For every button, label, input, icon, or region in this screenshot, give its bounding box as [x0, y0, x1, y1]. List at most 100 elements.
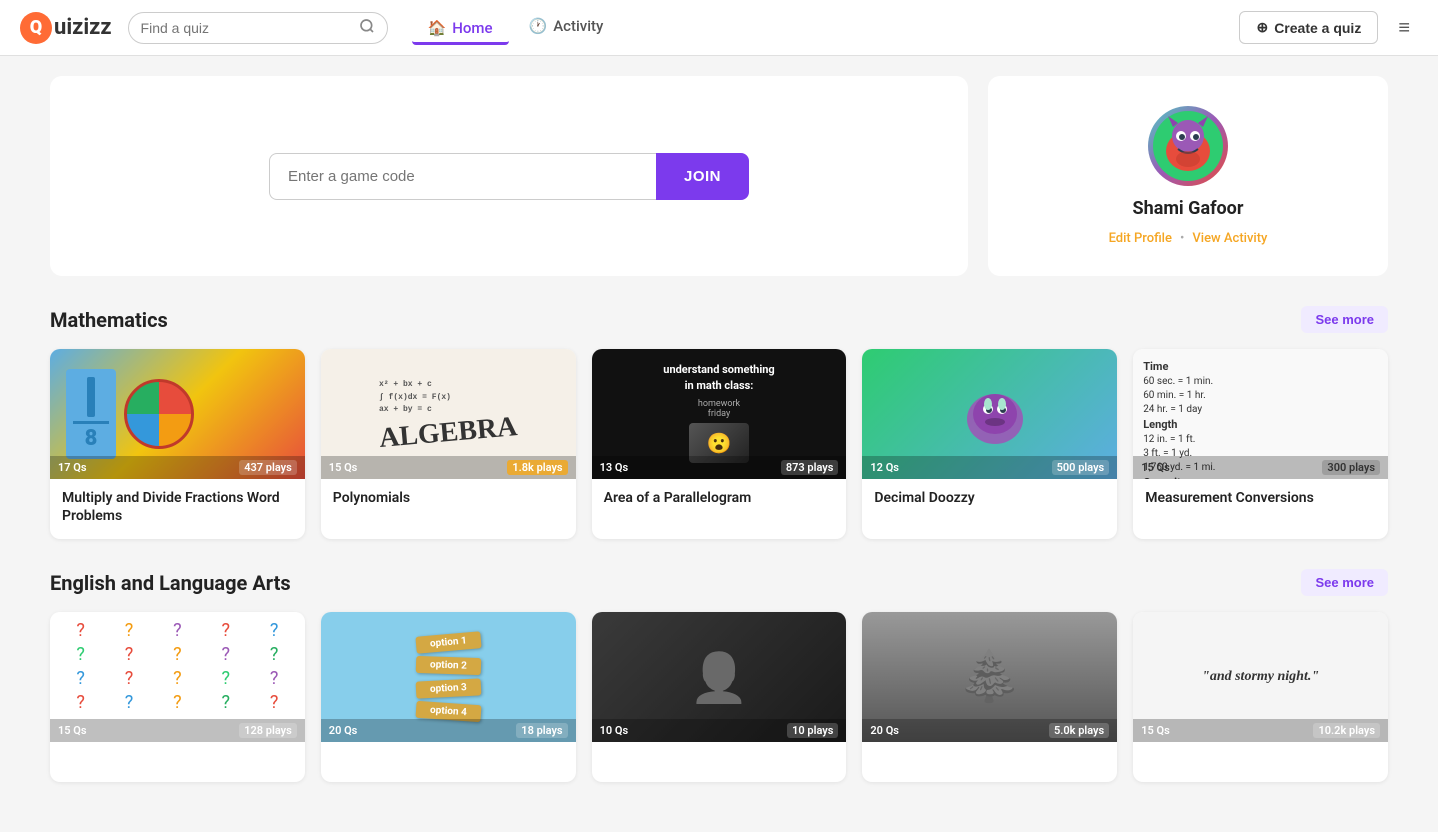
ela-section-title: English and Language Arts: [50, 571, 291, 595]
quiz-card-polynomials[interactable]: x² + bx + c ∫ f(x)dx = F(x) ax + by = c …: [321, 349, 576, 539]
quiz-plays-polynomials: 1.8k plays: [507, 460, 567, 475]
ela-quiz-grid: ? ? ? ? ? ? ? ? ? ? ? ? ? ? ?: [50, 612, 1388, 782]
quiz-questions-polynomials: 15 Qs: [329, 460, 358, 475]
menu-button[interactable]: ≡: [1390, 11, 1418, 44]
quiz-info-ela-4: [862, 742, 1117, 782]
header-right: ⊕ Create a quiz ≡: [1239, 11, 1418, 44]
quiz-card-measurement[interactable]: Time 60 sec. = 1 min. 60 min. = 1 hr. 24…: [1133, 349, 1388, 539]
quiz-info-polynomials: Polynomials: [321, 479, 576, 521]
game-code-form: JOIN: [269, 153, 749, 200]
quiz-card-decimal[interactable]: 12 Qs 500 plays Decimal Doozzy: [862, 349, 1117, 539]
quiz-title-fractions: Multiply and Divide Fractions Word Probl…: [62, 489, 293, 525]
thumb-inner-ela-1: ? ? ? ? ? ? ? ? ? ? ? ? ? ? ?: [50, 612, 305, 721]
quiz-info-fractions: Multiply and Divide Fractions Word Probl…: [50, 479, 305, 539]
search-bar[interactable]: [128, 12, 388, 44]
quiz-thumbnail-ela-3: 👤 10 Qs 10 plays: [592, 612, 847, 742]
quiz-card-ela-1[interactable]: ? ? ? ? ? ? ? ? ? ? ? ? ? ? ?: [50, 612, 305, 782]
quiz-title-ela-5: [1145, 752, 1376, 768]
create-button-label: Create a quiz: [1274, 20, 1361, 36]
avatar: [1148, 106, 1228, 186]
quiz-info-decimal: Decimal Doozzy: [862, 479, 1117, 521]
mathematics-section: Mathematics See more 8: [50, 306, 1388, 539]
home-icon: 🏠: [428, 19, 447, 37]
top-section: JOIN: [50, 76, 1388, 276]
quiz-questions-ela-4: 20 Qs: [870, 723, 899, 738]
quiz-card-parallelogram[interactable]: understand somethingin math class: homew…: [592, 349, 847, 539]
profile-dot: •: [1180, 231, 1184, 246]
quiz-card-ela-4[interactable]: 🌲 20 Qs 5.0k plays: [862, 612, 1117, 782]
quiz-questions-ela-1: 15 Qs: [58, 723, 87, 738]
quiz-plays-parallelogram: 873 plays: [781, 460, 839, 475]
nav-home[interactable]: 🏠 Home: [412, 11, 509, 45]
math-section-title: Mathematics: [50, 308, 168, 332]
math-see-more-button[interactable]: See more: [1301, 306, 1388, 333]
quiz-title-ela-1: [62, 752, 293, 768]
profile-name: Shami Gafoor: [1133, 198, 1244, 219]
search-input[interactable]: [141, 20, 353, 36]
quiz-stats-ela-4: 20 Qs 5.0k plays: [862, 719, 1117, 742]
quiz-questions-fractions: 17 Qs: [58, 460, 87, 475]
quiz-info-parallelogram: Area of a Parallelogram: [592, 479, 847, 521]
quiz-thumbnail-parallelogram: understand somethingin math class: homew…: [592, 349, 847, 479]
quiz-plays-decimal: 500 plays: [1052, 460, 1110, 475]
quiz-info-ela-3: [592, 742, 847, 782]
quiz-card-fractions[interactable]: 8 17 Qs 437 plays Multiply and Divide Fr…: [50, 349, 305, 539]
join-button[interactable]: JOIN: [656, 153, 749, 200]
nav-activity[interactable]: 🕐 Activity: [513, 9, 620, 46]
math-section-header: Mathematics See more: [50, 306, 1388, 333]
quiz-card-ela-2[interactable]: option 1 option 2 option 3 option 4 20 Q…: [321, 612, 576, 782]
logo-icon: Q: [20, 12, 52, 44]
main-content: JOIN: [0, 56, 1438, 832]
quiz-thumbnail-fractions: 8 17 Qs 437 plays: [50, 349, 305, 479]
quiz-thumbnail-algebra: x² + bx + c ∫ f(x)dx = F(x) ax + by = c …: [321, 349, 576, 479]
quiz-stats-ela-3: 10 Qs 10 plays: [592, 719, 847, 742]
view-activity-link[interactable]: View Activity: [1192, 231, 1267, 246]
ela-see-more-button[interactable]: See more: [1301, 569, 1388, 596]
quiz-plays-ela-2: 18 plays: [516, 723, 567, 738]
quiz-stats-fractions: 17 Qs 437 plays: [50, 456, 305, 479]
header: Q uizizz 🏠 Home 🕐 Activity ⊕ Create a qu…: [0, 0, 1438, 56]
quiz-info-measurement: Measurement Conversions: [1133, 479, 1388, 521]
logo-text: uizizz: [54, 15, 112, 40]
activity-icon: 🕐: [529, 17, 548, 35]
quiz-plays-ela-1: 128 plays: [239, 723, 297, 738]
main-nav: 🏠 Home 🕐 Activity: [412, 9, 1240, 46]
edit-profile-link[interactable]: Edit Profile: [1109, 231, 1172, 246]
quiz-info-ela-1: [50, 742, 305, 782]
quiz-thumbnail-ela-1: ? ? ? ? ? ? ? ? ? ? ? ? ? ? ?: [50, 612, 305, 742]
quiz-questions-parallelogram: 13 Qs: [600, 460, 629, 475]
quiz-thumbnail-ela-2: option 1 option 2 option 3 option 4 20 Q…: [321, 612, 576, 742]
quiz-stats-measurement: 15 Qs 300 plays: [1133, 456, 1388, 479]
nav-home-label: Home: [452, 19, 492, 37]
quiz-plays-ela-3: 10 plays: [787, 723, 838, 738]
math-quiz-grid: 8 17 Qs 437 plays Multiply and Divide Fr…: [50, 349, 1388, 539]
quiz-thumbnail-decimal: 12 Qs 500 plays: [862, 349, 1117, 479]
quiz-title-ela-4: [874, 752, 1105, 768]
quiz-title-measurement: Measurement Conversions: [1145, 489, 1376, 507]
quiz-plays-ela-5: 10.2k plays: [1313, 723, 1380, 738]
quiz-card-ela-3[interactable]: 👤 10 Qs 10 plays: [592, 612, 847, 782]
quiz-stats-ela-5: 15 Qs 10.2k plays: [1133, 719, 1388, 742]
quiz-questions-decimal: 12 Qs: [870, 460, 899, 475]
quiz-plays-measurement: 300 plays: [1322, 460, 1380, 475]
quiz-questions-ela-5: 15 Qs: [1141, 723, 1170, 738]
quiz-stats-ela-1: 15 Qs 128 plays: [50, 719, 305, 742]
quiz-thumbnail-ela-4: 🌲 20 Qs 5.0k plays: [862, 612, 1117, 742]
game-code-input[interactable]: [269, 153, 656, 200]
ela-section-header: English and Language Arts See more: [50, 569, 1388, 596]
quiz-title-parallelogram: Area of a Parallelogram: [604, 489, 835, 507]
quiz-thumbnail-ela-5: "and stormy night." 15 Qs 10.2k plays: [1133, 612, 1388, 742]
quiz-stats-parallelogram: 13 Qs 873 plays: [592, 456, 847, 479]
logo[interactable]: Q uizizz: [20, 12, 112, 44]
ela-section: English and Language Arts See more ? ? ?…: [50, 569, 1388, 782]
quiz-info-ela-5: [1133, 742, 1388, 782]
thumb-inner-ela-2: option 1 option 2 option 3 option 4: [406, 624, 491, 730]
profile-card: Shami Gafoor Edit Profile • View Activit…: [988, 76, 1388, 276]
create-quiz-button[interactable]: ⊕ Create a quiz: [1239, 11, 1378, 44]
quiz-plays-fractions: 437 plays: [239, 460, 297, 475]
quiz-card-ela-5[interactable]: "and stormy night." 15 Qs 10.2k plays: [1133, 612, 1388, 782]
quiz-info-ela-2: [321, 742, 576, 782]
quiz-title-decimal: Decimal Doozzy: [874, 489, 1105, 507]
quiz-stats-ela-2: 20 Qs 18 plays: [321, 719, 576, 742]
quiz-thumbnail-measurement: Time 60 sec. = 1 min. 60 min. = 1 hr. 24…: [1133, 349, 1388, 479]
